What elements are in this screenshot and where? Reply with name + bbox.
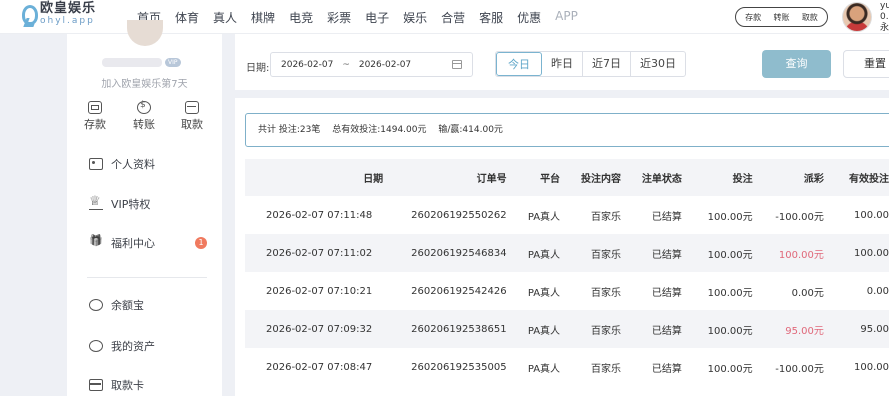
user-avatar[interactable] xyxy=(842,2,872,32)
nav-lottery[interactable]: 彩票 xyxy=(327,9,351,26)
quick-date-yesterday[interactable]: 昨日 xyxy=(542,52,583,76)
card-icon xyxy=(89,379,103,391)
table-row: 2026-02-07 07:11:48 260206192550262 PA真人… xyxy=(266,209,889,223)
calendar-icon[interactable] xyxy=(452,60,462,69)
summary-total: 共计 投注:23笔 xyxy=(258,125,321,135)
sidebar-item-bank-card[interactable]: 取款卡 xyxy=(89,377,144,393)
table-header-row: 日期 订单号 平台 投注内容 注单状态 投注 派彩 有效投注 xyxy=(245,159,889,196)
date-range-picker[interactable]: 2026-02-07 ~ 2026-02-07 xyxy=(270,52,473,77)
brand-domain: ohyl.app xyxy=(40,16,95,26)
bet-records-panel: 共计 投注:23笔 总有效投注:1494.00元 输/赢:414.00元 日期 … xyxy=(235,98,889,396)
summary-winloss: 输/赢:414.00元 xyxy=(438,125,503,135)
sidebar-item-welfare[interactable]: 福利中心 1 xyxy=(89,235,207,251)
crown-icon xyxy=(89,194,103,210)
nav-slots[interactable]: 电子 xyxy=(365,9,389,26)
filter-panel: 日期: 2026-02-07 ~ 2026-02-07 今日 昨日 近7日 近3… xyxy=(235,34,889,90)
sidebar-item-vip[interactable]: VIP特权 xyxy=(89,194,150,212)
coin-icon xyxy=(89,299,103,311)
quick-date-30days[interactable]: 近30日 xyxy=(631,52,685,76)
end-date[interactable]: 2026-02-07 xyxy=(359,60,411,70)
quick-date-group: 今日 昨日 近7日 近30日 xyxy=(495,51,686,77)
wallet-actions: 存款 转账 取款 xyxy=(735,7,828,27)
transfer-icon xyxy=(137,100,151,114)
sidebar-divider xyxy=(87,277,207,278)
withdraw-icon xyxy=(185,101,199,114)
smile-icon xyxy=(89,340,103,352)
nav-entertainment[interactable]: 娱乐 xyxy=(403,9,427,26)
col-status: 注单状态 xyxy=(620,159,682,196)
col-valid-bet: 有效投注 xyxy=(823,159,889,196)
sidebar-item-yuebao[interactable]: 余额宝 xyxy=(89,297,144,313)
reset-button[interactable]: 重置 xyxy=(843,50,889,78)
deposit-icon xyxy=(88,101,102,114)
col-payout: 派彩 xyxy=(752,159,824,196)
nav-partner[interactable]: 合营 xyxy=(441,9,465,26)
transfer-link[interactable]: 转账 xyxy=(773,12,789,23)
main-nav: 首页 体育 真人 棋牌 电竞 彩票 电子 娱乐 合营 客服 优惠 APP xyxy=(137,9,592,26)
bet-records-table: 日期 订单号 平台 投注内容 注单状态 投注 派彩 有效投注 2026-02-0… xyxy=(245,159,889,386)
table-row: 2026-02-07 07:08:47 260206192535005 PA真人… xyxy=(266,361,889,375)
sidebar-avatar xyxy=(127,20,163,46)
id-card-icon xyxy=(89,158,103,170)
date-label: 日期: xyxy=(246,63,270,74)
logo-icon xyxy=(20,3,38,25)
user-info: yu 0. 永 xyxy=(880,1,889,33)
bet-summary: 共计 投注:23笔 总有效投注:1494.00元 输/赢:414.00元 xyxy=(245,113,889,147)
sidebar-item-assets[interactable]: 我的资产 xyxy=(89,338,155,354)
nav-sports[interactable]: 体育 xyxy=(175,9,199,26)
col-order-id: 订单号 xyxy=(383,159,507,196)
sidebar-item-profile[interactable]: 个人资料 xyxy=(89,156,155,172)
brand-name: 欧皇娱乐 xyxy=(40,1,97,16)
quick-date-today[interactable]: 今日 xyxy=(496,52,542,76)
deposit-link[interactable]: 存款 xyxy=(745,12,761,23)
nav-esports[interactable]: 电竞 xyxy=(289,9,313,26)
col-platform: 平台 xyxy=(506,159,561,196)
start-date[interactable]: 2026-02-07 xyxy=(281,60,333,70)
withdraw-link[interactable]: 取款 xyxy=(802,12,818,23)
nav-live[interactable]: 真人 xyxy=(213,9,237,26)
gift-icon xyxy=(89,237,103,249)
nav-service[interactable]: 客服 xyxy=(479,9,503,26)
sidebar-transfer-button[interactable]: 转账 xyxy=(124,100,164,132)
col-bet-amount: 投注 xyxy=(681,159,753,196)
join-days-text: 加入欧皇娱乐第7天 xyxy=(101,79,188,90)
account-sidebar: VIP 加入欧皇娱乐第7天 存款 转账 取款 个人资料 VIP特权 福利中心 1… xyxy=(67,20,222,396)
quick-date-7days[interactable]: 近7日 xyxy=(583,52,631,76)
date-separator: ~ xyxy=(342,59,350,70)
table-row: 2026-02-07 07:11:02 260206192546834 PA真人… xyxy=(245,234,889,272)
nav-app[interactable]: APP xyxy=(555,9,578,26)
vip-badge: VIP xyxy=(165,58,181,67)
nav-cards[interactable]: 棋牌 xyxy=(251,9,275,26)
sidebar-deposit-button[interactable]: 存款 xyxy=(75,101,115,132)
sidebar-withdraw-button[interactable]: 取款 xyxy=(172,101,212,132)
notification-badge: 1 xyxy=(195,237,207,249)
sidebar-username xyxy=(102,58,162,67)
table-row: 2026-02-07 07:09:32 260206192538651 PA真人… xyxy=(245,310,889,348)
brand-logo[interactable]: 欧皇娱乐 ohyl.app xyxy=(20,2,96,26)
table-row: 2026-02-07 07:10:21 260206192542426 PA真人… xyxy=(266,285,889,299)
query-button[interactable]: 查询 xyxy=(762,50,831,78)
col-bet-content: 投注内容 xyxy=(560,159,621,196)
nav-promotions[interactable]: 优惠 xyxy=(517,9,541,26)
col-date: 日期 xyxy=(245,159,384,196)
summary-valid-bet: 总有效投注:1494.00元 xyxy=(332,125,427,135)
